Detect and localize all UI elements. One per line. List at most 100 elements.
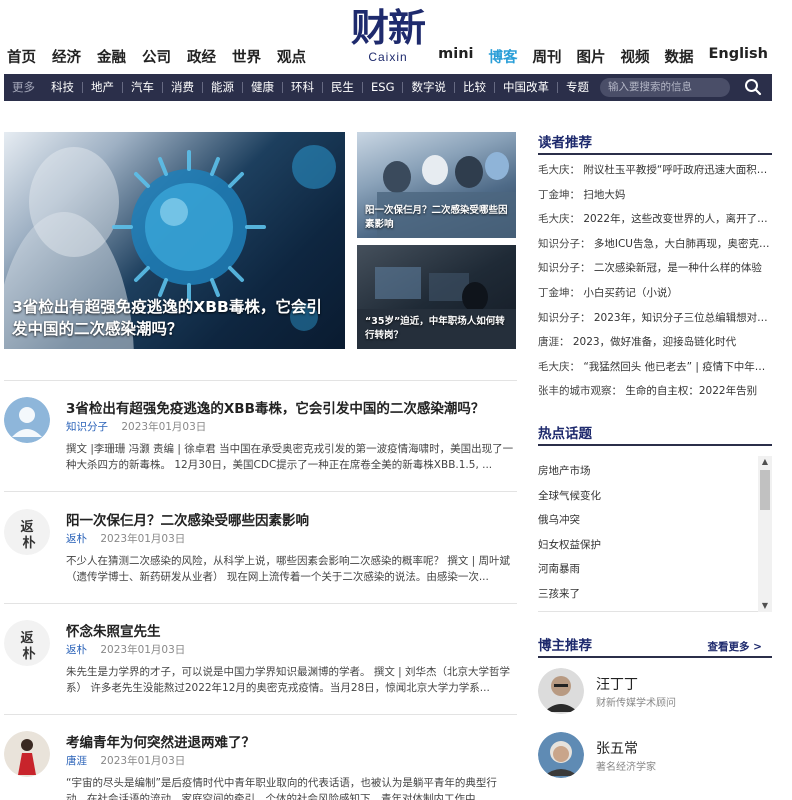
nav-finance[interactable]: 金融 (97, 46, 126, 67)
article-title[interactable]: 考编青年为何突然进退两难了？ (66, 731, 255, 751)
pick-title[interactable]: 小白买药记（小说） (583, 287, 678, 299)
hot-topic-item[interactable]: 河南暴雨 (538, 557, 772, 582)
hot-topic-item[interactable]: 三孩来了 (538, 582, 772, 607)
hot-topic-item[interactable]: 妇女权益保护 (538, 533, 772, 558)
reader-pick-item[interactable]: 毛大庆： 2022年，这些改变世界的人，离开了我们 (538, 207, 772, 232)
pick-title[interactable]: 生命的自主权：2022年告别 (625, 385, 757, 397)
subnav-item[interactable]: 专题 (558, 74, 597, 101)
reader-pick-item[interactable]: 唐涯： 2023，做好准备，迎接岛链化时代 (538, 330, 772, 355)
subnav-item[interactable]: 环科 (283, 74, 322, 101)
article-author[interactable]: 唐涯 (66, 755, 87, 767)
subnav-more[interactable]: 更多 (4, 74, 43, 101)
subnav-item[interactable]: 汽车 (123, 74, 162, 101)
caixin-logo[interactable]: 财新 Caixin (340, 6, 436, 68)
blogger-avatar[interactable] (538, 668, 584, 714)
blogger-avatar[interactable] (538, 732, 584, 778)
subnav-item[interactable]: 能源 (203, 74, 242, 101)
fanpu-logo-avatar[interactable]: 返 朴 (4, 509, 50, 555)
article-meta: 返朴 2023年01月03日 (66, 531, 185, 546)
blogger-name[interactable]: 张五常 (596, 738, 638, 758)
featured-side-story-2[interactable]: “35岁”迫近，中年职场人如何转行转岗？ (357, 245, 516, 349)
svg-text:返: 返 (20, 631, 33, 646)
reader-pick-item[interactable]: 毛大庆： “我猛然回头 他已老去” | 疫情下中年人的父母 (538, 355, 772, 380)
reader-pick-item[interactable]: 知识分子： 二次感染新冠，是一种什么样的体验 (538, 256, 772, 281)
subnav-item[interactable]: 消费 (163, 74, 202, 101)
featured-main-story[interactable]: 3省检出有超强免疫逃逸的XBB毒株，它会引发中国的二次感染潮吗？ (4, 132, 345, 349)
blogger-name[interactable]: 汪丁丁 (596, 674, 638, 694)
featured-side-story-1[interactable]: 阳一次保仨月？二次感染受哪些因素影响 (357, 132, 516, 238)
pick-title[interactable]: 2023，做好准备，迎接岛链化时代 (573, 336, 736, 348)
pick-title[interactable]: “我猛然回头 他已老去” | 疫情下中年人的父母 (583, 361, 772, 373)
article-summary: 不少人在猜测二次感染的风险，从科学上说，哪些因素会影响二次感染的概率呢？ 撰文 … (66, 555, 511, 583)
hot-topic-item[interactable]: 房地产市场 (538, 459, 772, 484)
pick-source: 毛大庆： (538, 164, 580, 176)
search-input[interactable]: 输入要搜索的信息 (600, 78, 730, 97)
bloggers-more-link[interactable]: 查看更多 > (708, 639, 762, 654)
nav-politics[interactable]: 政经 (187, 46, 216, 67)
subnav-item[interactable]: 比较 (455, 74, 494, 101)
nav-economy[interactable]: 经济 (52, 46, 81, 67)
reader-pick-item[interactable]: 丁金坤： 小白买药记（小说） (538, 281, 772, 306)
nav-english[interactable]: English (708, 46, 768, 67)
reader-pick-item[interactable]: 知识分子： 2023年，知识分子三位总编辑想对你说 (538, 306, 772, 331)
hot-topics-scrollbar[interactable]: ▲ ▼ (758, 456, 772, 612)
article-title[interactable]: 阳一次保仨月？二次感染受哪些因素影响 (66, 509, 309, 529)
article-author[interactable]: 返朴 (66, 533, 87, 545)
blogger-title: 著名经济学家 (596, 762, 656, 773)
sub-nav-bar: 更多 科技 地产 汽车 消费 能源 健康 环科 民生 ESG 数字说 比较 中国… (4, 74, 772, 101)
nav-video[interactable]: 视频 (620, 46, 649, 67)
nav-blog[interactable]: 博客 (488, 46, 517, 67)
subnav-item[interactable]: ESG (363, 74, 402, 101)
default-avatar-icon[interactable] (4, 397, 50, 443)
reader-pick-item[interactable]: 张丰的城市观察： 生命的自主权：2022年告别 (538, 379, 772, 404)
subnav-item[interactable]: 地产 (83, 74, 122, 101)
article-author[interactable]: 知识分子 (66, 421, 108, 433)
subnav-item[interactable]: 健康 (243, 74, 282, 101)
nav-opinion[interactable]: 观点 (277, 46, 306, 67)
scroll-up-icon[interactable]: ▲ (758, 456, 772, 468)
reader-picks-panel: 读者推荐 毛大庆： 附议杜玉平教授“呼吁政府迅速大面积发放抗原” 丁金坤： 扫地… (538, 133, 772, 404)
pick-title[interactable]: 2022年，这些改变世界的人，离开了我们 (583, 213, 772, 225)
pick-title[interactable]: 多地ICU告急，大白肺再现，奥密克戎真的变弱了吗 (594, 238, 772, 250)
featured-side-caption-1[interactable]: 阳一次保仨月？二次感染受哪些因素影响 (357, 204, 516, 238)
svg-text:朴: 朴 (22, 535, 35, 551)
subnav-item[interactable]: 中国改革 (495, 74, 557, 101)
scrollbar-thumb[interactable] (760, 470, 770, 510)
article-title[interactable]: 怀念朱照宣先生 (66, 620, 161, 640)
article-item: 返 朴 怀念朱照宣先生 返朴 2023年01月03日 朱先生是力学界的才子，可以… (4, 620, 517, 700)
scroll-down-icon[interactable]: ▼ (758, 600, 772, 612)
fanpu-logo-avatar[interactable]: 返 朴 (4, 620, 50, 666)
search-icon[interactable] (744, 78, 762, 96)
article-title[interactable]: 3省检出有超强免疫逃逸的XBB毒株，它会引发中国的二次感染潮吗？ (66, 397, 484, 417)
subnav-item[interactable]: 科技 (43, 74, 82, 101)
pick-title[interactable]: 2023年，知识分子三位总编辑想对你说 (594, 312, 772, 324)
featured-side-caption-2[interactable]: “35岁”迫近，中年职场人如何转行转岗？ (357, 315, 516, 349)
nav-companies[interactable]: 公司 (142, 46, 171, 67)
subnav-item[interactable]: 民生 (323, 74, 362, 101)
reader-pick-item[interactable]: 丁金坤： 扫地大妈 (538, 183, 772, 208)
hot-topics-title: 热点话题 (538, 424, 772, 446)
featured-main-caption[interactable]: 3省检出有超强免疫逃逸的XBB毒株，它会引发中国的二次感染潮吗？ (4, 296, 345, 349)
nav-world[interactable]: 世界 (232, 46, 261, 67)
user-photo-avatar[interactable] (4, 731, 50, 777)
nav-home[interactable]: 首页 (7, 46, 36, 67)
nav-mini[interactable]: mini (438, 46, 473, 67)
hot-topic-item[interactable]: 全球气候变化 (538, 484, 772, 509)
reader-pick-item[interactable]: 知识分子： 多地ICU告急，大白肺再现，奥密克戎真的变弱了吗 (538, 232, 772, 257)
article-summary: “宇宙的尽头是编制”是后疫情时代中青年职业取向的代表话语，也被认为是躺平青年的典… (66, 777, 497, 800)
reader-pick-item[interactable]: 毛大庆： 附议杜玉平教授“呼吁政府迅速大面积发放抗原” (538, 158, 772, 183)
pick-title[interactable]: 附议杜玉平教授“呼吁政府迅速大面积发放抗原” (583, 164, 772, 176)
pick-title[interactable]: 扫地大妈 (583, 189, 625, 201)
article-meta: 知识分子 2023年01月03日 (66, 419, 206, 434)
nav-weekly[interactable]: 周刊 (532, 46, 561, 67)
nav-photos[interactable]: 图片 (576, 46, 605, 67)
blogger-item[interactable]: 张五常 著名经济学家 (538, 732, 772, 782)
pick-title[interactable]: 二次感染新冠，是一种什么样的体验 (594, 262, 762, 274)
article-meta: 返朴 2023年01月03日 (66, 642, 185, 657)
hot-topic-item[interactable]: 俄乌冲突 (538, 508, 772, 533)
blogger-item[interactable]: 汪丁丁 财新传媒学术顾问 (538, 668, 772, 718)
article-author[interactable]: 返朴 (66, 644, 87, 656)
subnav-item[interactable]: 数字说 (403, 74, 454, 101)
nav-data[interactable]: 数据 (664, 46, 693, 67)
bloggers-header: 博主推荐 查看更多 > (538, 636, 772, 658)
